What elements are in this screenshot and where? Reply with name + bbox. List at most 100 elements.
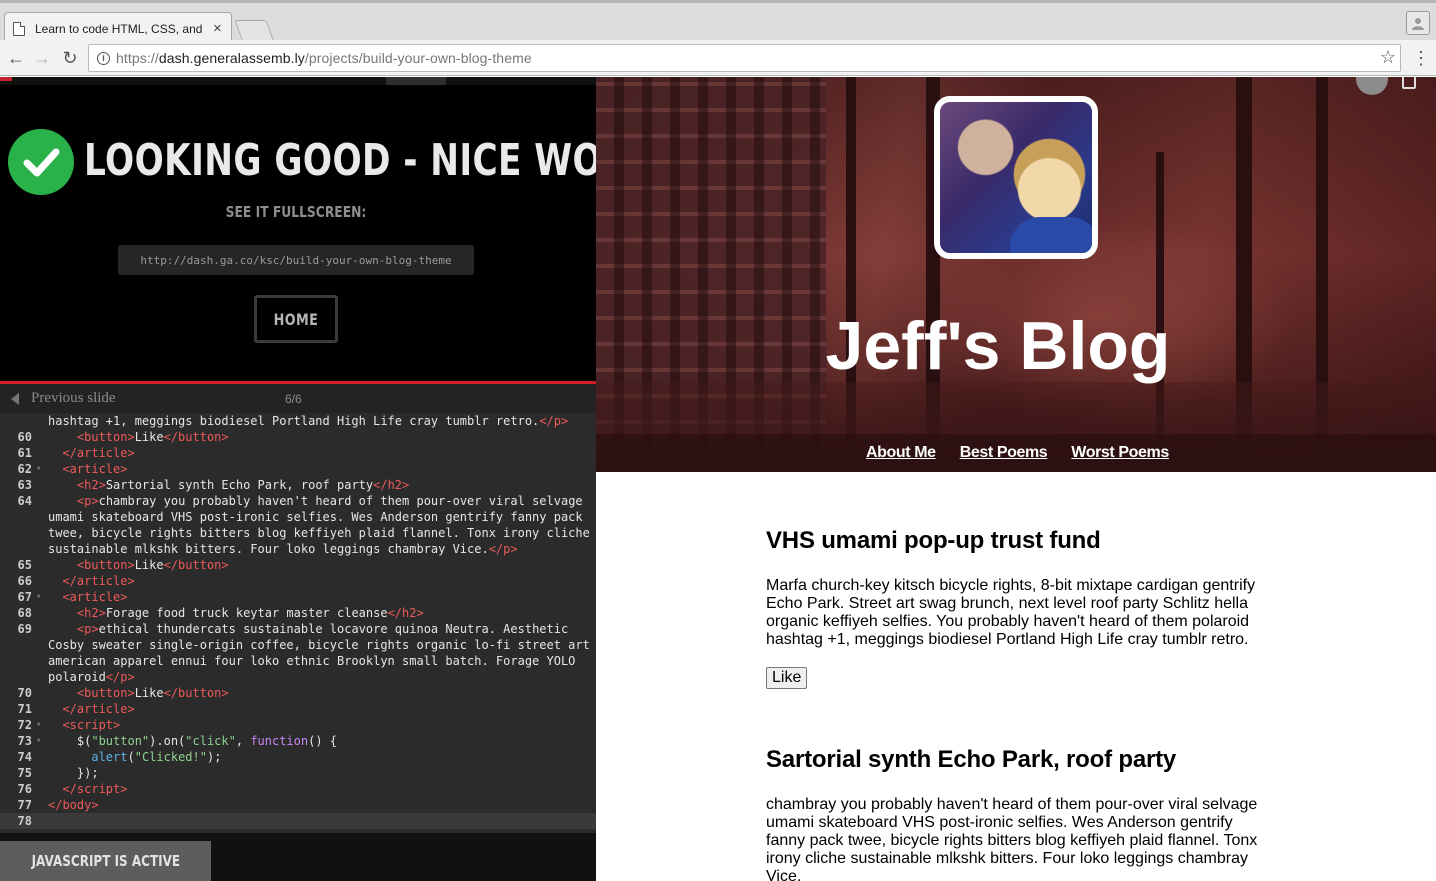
fold-arrow-icon[interactable]: ▾ — [36, 589, 44, 605]
code-editor[interactable]: 60 <button>Like</button> 61 </article> 62 ▾… — [0, 413, 596, 833]
url-scheme: https:// — [116, 50, 159, 66]
nav-link-best-poems[interactable]: Best Poems — [960, 444, 1048, 462]
fold-arrow-icon — [36, 621, 44, 685]
browser-menu-icon[interactable]: ⋮ — [1412, 48, 1430, 68]
checkmark-icon — [8, 129, 74, 195]
lesson-panel: LOOKING GOOD - NICE WORK! SEE IT FULLSCR… — [0, 77, 596, 881]
nav-link-about-me[interactable]: About Me — [866, 444, 936, 462]
home-button[interactable]: HOME — [254, 295, 338, 343]
url-path: /projects/build-your-own-blog-theme — [304, 50, 532, 66]
code-line[interactable]: 65 <button>Like</button> — [0, 557, 596, 573]
fold-arrow-icon — [36, 605, 44, 621]
fold-arrow-icon[interactable]: ▾ — [36, 717, 44, 733]
line-number: 77 — [17, 798, 32, 812]
fullscreen-url[interactable]: http://dash.ga.co/ksc/build-your-own-blo… — [118, 245, 474, 275]
line-number: 63 — [17, 478, 32, 492]
fold-arrow-icon[interactable]: ▾ — [36, 733, 44, 749]
line-number: 68 — [17, 606, 32, 620]
forward-arrow-icon[interactable]: → — [30, 46, 54, 70]
code-text: <button>Like</button> — [76, 430, 229, 444]
code-line[interactable]: 67 ▾ <article> — [0, 589, 596, 605]
see-fullscreen-label: SEE IT FULLSCREEN: — [225, 203, 367, 221]
code-text: </article> — [62, 702, 135, 716]
previous-arrow-icon[interactable] — [11, 392, 19, 405]
tab-title: Learn to code HTML, CSS, and — [35, 21, 203, 36]
code-text: <p>ethical thundercats sustainable locav… — [48, 622, 590, 684]
fold-arrow-icon — [36, 813, 44, 829]
line-number: 76 — [17, 782, 32, 796]
browser-tab-bar: Learn to code HTML, CSS, and × — [0, 0, 1436, 44]
code-line[interactable]: 75 }); — [0, 765, 596, 781]
nav-link-worst-poems[interactable]: Worst Poems — [1071, 444, 1169, 462]
mobile-view-icon[interactable] — [1402, 77, 1416, 89]
code-line[interactable]: 70 <button>Like</button> — [0, 685, 596, 701]
code-text: </article> — [62, 446, 135, 460]
code-line[interactable]: 69 <p>ethical thundercats sustainable lo… — [0, 621, 596, 685]
new-tab-button[interactable] — [234, 20, 274, 40]
line-number: 65 — [17, 558, 32, 572]
line-number: 71 — [17, 702, 32, 716]
line-number: 62 — [17, 462, 32, 476]
code-line[interactable]: 73 ▾ $("button").on("click", function() { — [0, 733, 596, 749]
code-line[interactable]: 76 </script> — [0, 781, 596, 797]
home-button-label: HOME — [273, 309, 319, 329]
partial-line-text: hashtag +1, meggings biodiesel Portland … — [48, 414, 540, 428]
code-line[interactable]: 72 ▾ <script> — [0, 717, 596, 733]
like-button[interactable]: Like — [766, 667, 808, 689]
fold-arrow-icon — [36, 701, 44, 717]
line-number: 66 — [17, 574, 32, 588]
url-text[interactable]: https://dash.generalassemb.ly/projects/b… — [116, 50, 532, 66]
document-icon — [13, 21, 25, 36]
preview-control-circle[interactable] — [1356, 77, 1388, 95]
code-line[interactable]: 71 </article> — [0, 701, 596, 717]
code-text: }); — [48, 766, 99, 780]
success-heading: LOOKING GOOD - NICE WORK! — [84, 135, 596, 186]
back-arrow-icon[interactable]: ← — [4, 46, 28, 70]
tab-handle[interactable] — [386, 77, 446, 85]
code-line[interactable]: 77 </body> — [0, 797, 596, 813]
fold-arrow-icon — [36, 573, 44, 589]
code-line[interactable]: 62 ▾ <article> — [0, 461, 596, 477]
line-number: 70 — [17, 686, 32, 700]
code-line[interactable]: 60 <button>Like</button> — [0, 429, 596, 445]
reload-icon[interactable]: ↻ — [58, 46, 82, 70]
code-line[interactable]: 68 <h2>Forage food truck keytar master c… — [0, 605, 596, 621]
code-text: <article> — [62, 590, 128, 604]
code-line[interactable]: 66 </article> — [0, 573, 596, 589]
preview-pane: Jeff's Blog About Me Best Poems Worst Po… — [596, 77, 1436, 881]
fold-arrow-icon — [36, 797, 44, 813]
fold-arrow-icon — [36, 749, 44, 765]
code-text: <script> — [62, 718, 121, 732]
address-bar[interactable]: i https://dash.generalassemb.ly/projects… — [88, 44, 1401, 72]
blog-title: Jeff's Blog — [596, 307, 1436, 385]
fold-arrow-icon[interactable]: ▾ — [36, 461, 44, 477]
code-text: <article> — [62, 462, 128, 476]
code-text: <button>Like</button> — [76, 686, 229, 700]
browser-toolbar: ← → ↻ i https://dash.generalassemb.ly/pr… — [0, 40, 1436, 76]
line-number: 61 — [17, 446, 32, 460]
blog-nav: About Me Best Poems Worst Poems — [866, 444, 1169, 462]
fold-arrow-icon — [36, 445, 44, 461]
profile-icon[interactable] — [1406, 11, 1430, 35]
line-number: 74 — [17, 750, 32, 764]
code-line[interactable]: 78 — [0, 813, 596, 829]
post-body: chambray you probably haven't heard of t… — [766, 796, 1258, 881]
fold-arrow-icon — [36, 477, 44, 493]
code-line[interactable]: 61 </article> — [0, 445, 596, 461]
code-line[interactable]: 74 alert("Clicked!"); — [0, 749, 596, 765]
previous-slide-link[interactable]: Previous slide — [31, 390, 116, 407]
blog-post: VHS umami pop-up trust fund Marfa church… — [766, 527, 1266, 689]
code-line[interactable]: 63 <h2>Sartorial synth Echo Park, roof p… — [0, 477, 596, 493]
post-title: VHS umami pop-up trust fund — [766, 527, 1101, 554]
code-line[interactable]: 64 <p>chambray you probably haven't hear… — [0, 493, 596, 557]
site-info-icon[interactable]: i — [97, 51, 110, 65]
close-tab-icon[interactable]: × — [213, 20, 222, 37]
bookmark-star-icon[interactable]: ☆ — [1380, 47, 1396, 68]
line-number: 67 — [17, 590, 32, 604]
blog-post: Sartorial synth Echo Park, roof party ch… — [766, 746, 1266, 881]
code-text: <h2>Forage food truck keytar master clea… — [76, 606, 424, 620]
code-text: alert("Clicked!"); — [91, 750, 222, 764]
code-text: </body> — [48, 798, 99, 812]
line-number: 64 — [17, 494, 32, 508]
hero-header: Jeff's Blog About Me Best Poems Worst Po… — [596, 77, 1436, 472]
